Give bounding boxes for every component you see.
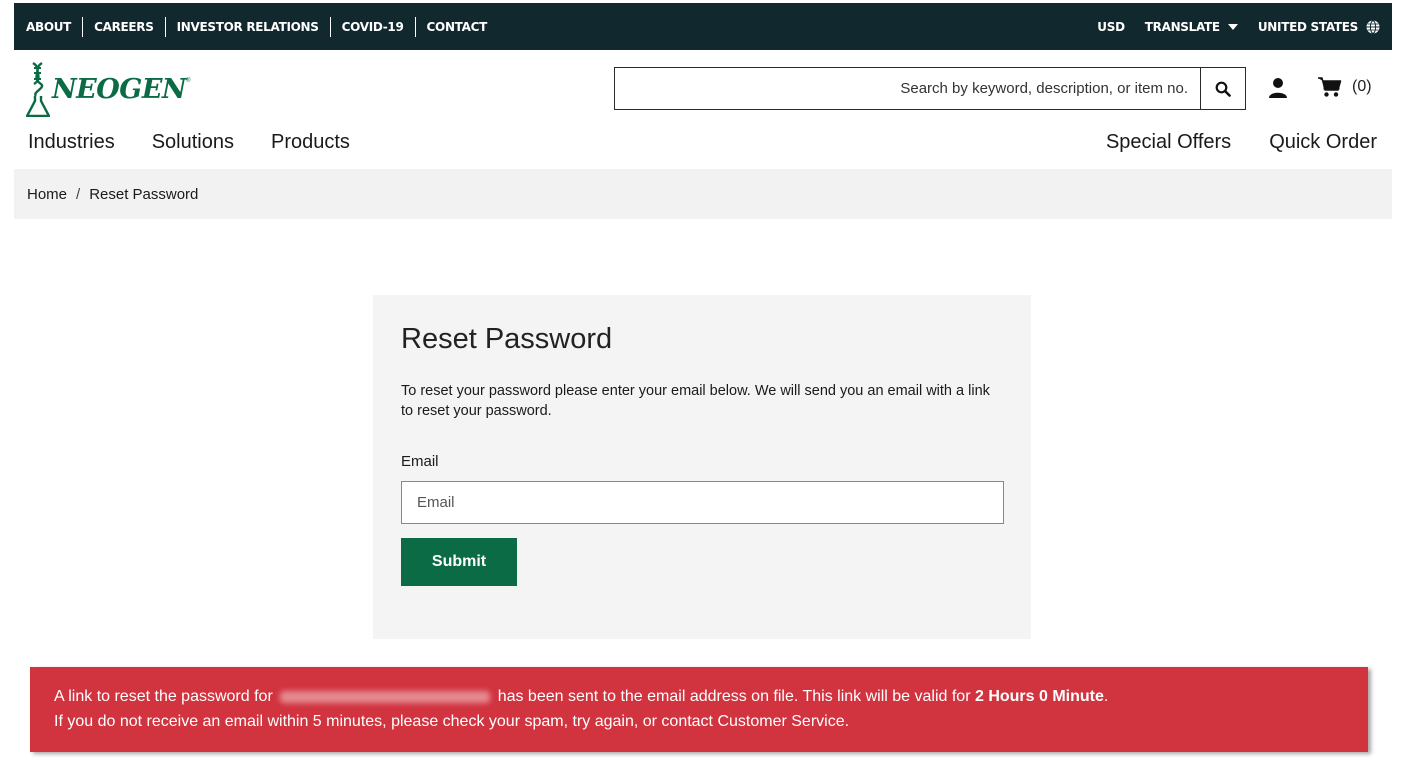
brand-wordmark: NEOGEN: [52, 73, 187, 105]
nav-industries[interactable]: Industries: [28, 131, 115, 154]
currency-selector[interactable]: USD: [1097, 19, 1125, 34]
careers-link[interactable]: CAREERS: [94, 20, 154, 34]
search-bar: [614, 67, 1246, 110]
divider: [329, 16, 331, 37]
search-icon: [1215, 81, 1231, 97]
alert-text-after: has been sent to the email address on fi…: [497, 688, 971, 705]
dna-flask-icon: [26, 61, 50, 117]
reset-password-panel: Reset Password To reset your password pl…: [373, 295, 1031, 639]
breadcrumb-separator: /: [76, 185, 81, 203]
reset-link-sent-alert: A link to reset the password for has bee…: [30, 667, 1368, 752]
alert-validity: 2 Hours 0 Minute: [974, 688, 1104, 705]
chevron-down-icon: [1227, 23, 1238, 30]
contact-link[interactable]: CONTACT: [427, 20, 488, 34]
alert-line-2: If you do not receive an email within 5 …: [54, 713, 850, 730]
globe-icon: [1366, 19, 1380, 34]
page-title: Reset Password: [401, 323, 613, 355]
search-input[interactable]: [615, 68, 1200, 109]
email-label: Email: [401, 453, 439, 470]
main-nav: Industries Solutions Products: [28, 131, 350, 154]
nav-products[interactable]: Products: [271, 131, 350, 154]
translate-dropdown[interactable]: TRANSLATE: [1145, 20, 1238, 34]
trademark-symbol: ®: [186, 78, 191, 84]
alert-period: .: [1103, 688, 1109, 705]
alert-text-before: A link to reset the password for: [54, 688, 273, 705]
user-account-icon[interactable]: [1268, 77, 1288, 99]
utility-right: USD TRANSLATE UNITED STATES: [1097, 20, 1380, 34]
submit-button[interactable]: Submit: [401, 538, 517, 586]
alert-line-1: A link to reset the password for has bee…: [54, 684, 1344, 709]
breadcrumb-current: Reset Password: [89, 185, 199, 203]
nav-special-offers[interactable]: Special Offers: [1106, 131, 1231, 154]
covid-19-link[interactable]: COVID-19: [342, 20, 404, 34]
neogen-logo[interactable]: NEOGEN ®: [26, 60, 191, 118]
divider: [82, 16, 84, 37]
cart-count: (0): [1352, 78, 1372, 95]
redacted-email: [280, 690, 491, 703]
nav-quick-order[interactable]: Quick Order: [1269, 131, 1377, 154]
nav-solutions[interactable]: Solutions: [152, 131, 234, 154]
breadcrumb: Home / Reset Password: [14, 169, 1392, 219]
utility-bar: ABOUT CAREERS INVESTOR RELATIONS COVID-1…: [14, 3, 1392, 50]
divider: [414, 16, 416, 37]
reset-instructions: To reset your password please enter your…: [401, 383, 990, 419]
cart-button[interactable]: (0): [1318, 76, 1372, 98]
about-link[interactable]: ABOUT: [26, 20, 71, 34]
translate-label: TRANSLATE: [1144, 19, 1220, 34]
region-selector[interactable]: UNITED STATES: [1258, 20, 1380, 34]
divider: [164, 16, 166, 37]
cart-icon: [1318, 77, 1342, 97]
region-label: UNITED STATES: [1257, 19, 1358, 34]
utility-links: ABOUT CAREERS INVESTOR RELATIONS COVID-1…: [26, 16, 488, 37]
breadcrumb-home[interactable]: Home: [27, 186, 67, 203]
investor-relations-link[interactable]: INVESTOR RELATIONS: [177, 20, 319, 34]
search-button[interactable]: [1200, 68, 1245, 109]
currency-label: USD: [1097, 19, 1125, 34]
secondary-nav: Special Offers Quick Order: [1106, 131, 1377, 154]
email-field[interactable]: [401, 481, 1004, 524]
